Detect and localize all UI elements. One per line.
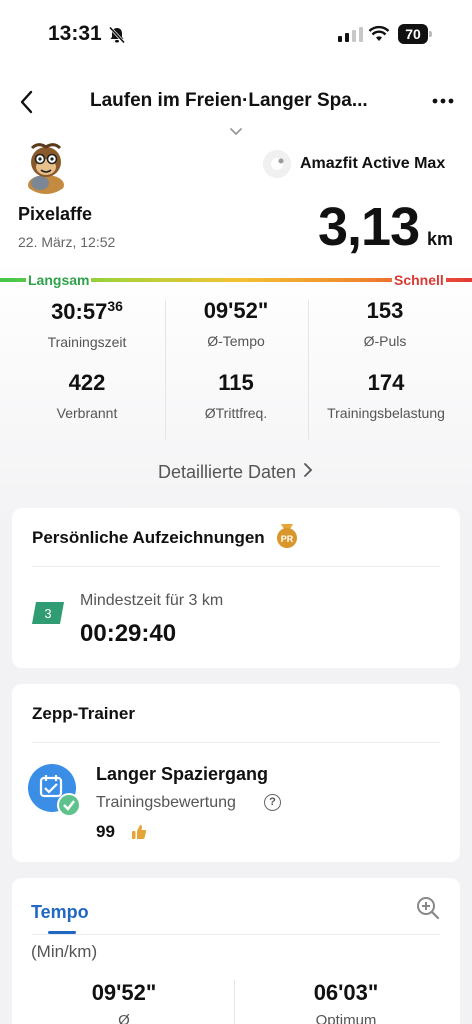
record-value: 00:29:40 [80, 620, 177, 647]
distance-value: 3,13 [318, 197, 420, 257]
card-title: Zepp-Trainer [32, 704, 135, 723]
chevron-down-icon[interactable] [228, 126, 244, 138]
back-icon[interactable] [16, 88, 40, 116]
stat-training-time: 30:5736 Trainingszeit [12, 298, 162, 351]
tempo-best-label: Optimum [315, 1012, 377, 1024]
stat-value: 153 [366, 298, 404, 323]
more-options-icon[interactable] [430, 90, 456, 112]
nav-header: Laufen im Freien·Langer Spa... [0, 82, 472, 122]
stat-label: Verbrannt [56, 405, 118, 421]
device-name: Amazfit Active Max [300, 155, 446, 172]
tempo-avg-value: 09'52" [91, 980, 157, 1005]
tempo-avg-label: Ø [118, 1012, 130, 1024]
tempo-best-value: 06'03" [313, 980, 379, 1005]
stat-value: 115 [218, 370, 254, 395]
signal-icon [338, 26, 363, 42]
zepp-trainer-card[interactable]: Zepp-Trainer Langer Spaziergang Training… [12, 684, 460, 862]
divider [234, 980, 235, 1024]
stat-value: 09'52" [203, 298, 269, 323]
speed-slow-label: Langsam [26, 272, 92, 288]
status-time: 13:31 [48, 22, 102, 45]
distance-badge-text: 3 [44, 606, 51, 621]
personal-records-card[interactable]: Persönliche Aufzeichnungen PR 3 Mindestz… [12, 508, 460, 668]
stat-value-hundredths: 36 [107, 298, 123, 314]
training-rating-score: 99 [96, 822, 115, 841]
stat-training-load: 174 Trainingsbelastung [310, 370, 462, 422]
wifi-icon [368, 25, 390, 41]
help-icon[interactable]: ? [264, 794, 281, 811]
header-background [0, 0, 472, 520]
chevron-right-icon [304, 463, 313, 477]
record-label: Mindestzeit für 3 km [80, 592, 224, 609]
card-title: Persönliche Aufzeichnungen [32, 528, 265, 547]
detailed-data-label: Detaillierte Daten [157, 462, 297, 482]
tab-tempo[interactable]: Tempo [31, 902, 89, 923]
status-bar: 13:31 70 [0, 0, 472, 70]
tempo-card: Tempo (Min/km) 09'52" Ø 06'03" Optimum [12, 878, 460, 1024]
training-plan-icon [28, 764, 81, 817]
stat-value: 174 [367, 370, 405, 395]
watch-icon [263, 150, 291, 178]
bell-muted-icon [108, 26, 126, 44]
battery-indicator: 70 [398, 24, 432, 44]
workout-date: 22. März, 12:52 [18, 234, 116, 250]
stat-label: Ø-Tempo [207, 333, 265, 349]
distance-badge: 3 [32, 602, 64, 624]
training-rating-label: Trainingsbewertung [96, 794, 236, 811]
stat-value: 422 [68, 370, 106, 395]
thumbs-up-icon [132, 825, 147, 839]
detailed-data-link[interactable]: Detaillierte Daten [0, 462, 472, 483]
stat-avg-heart-rate: 153 Ø-Puls [310, 298, 460, 350]
zoom-in-icon[interactable] [416, 896, 440, 920]
pr-medal-icon: PR [277, 524, 297, 548]
trainer-workout-name: Langer Spaziergang [96, 764, 269, 784]
tempo-unit: (Min/km) [31, 942, 98, 961]
speed-fast-label: Schnell [392, 272, 446, 288]
stat-label: Ø-Puls [363, 333, 407, 349]
stat-calories: 422 Verbrannt [12, 370, 162, 422]
pr-badge-text: PR [281, 534, 294, 544]
battery-level: 70 [398, 24, 428, 44]
stat-label: Trainingsbelastung [327, 405, 445, 421]
stat-avg-pace: 09'52" Ø-Tempo [161, 298, 311, 350]
distance-unit: km [427, 229, 454, 249]
stat-value: 30:57 [51, 299, 108, 324]
stat-label: Trainingszeit [47, 334, 127, 350]
username: Pixelaffe [18, 204, 93, 224]
page-title: Laufen im Freien·Langer Spa... [90, 90, 368, 111]
avatar[interactable] [18, 138, 74, 194]
stat-label: ØTrittfreq. [204, 405, 268, 421]
stat-cadence: 115 ØTrittfreq. [161, 370, 311, 422]
